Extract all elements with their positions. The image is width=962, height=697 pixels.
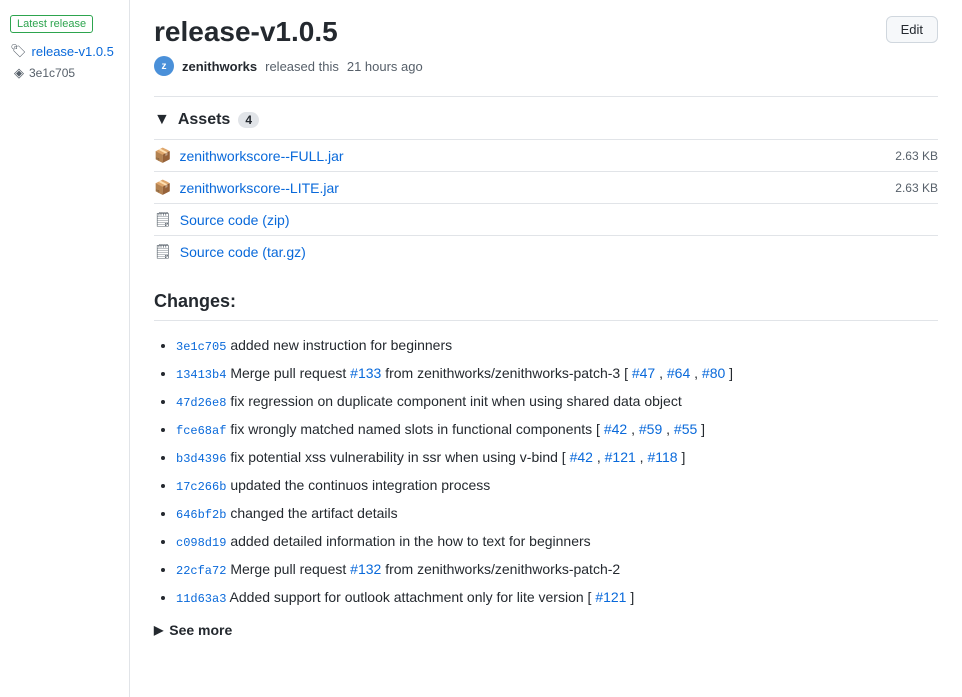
- commit-msg-4a: fix wrongly matched named slots in funct…: [230, 421, 604, 437]
- release-title: release-v1.0.5: [154, 16, 338, 48]
- source-item-zip: 🗒 Source code (zip): [154, 203, 938, 235]
- bracket-1: ]: [729, 365, 733, 381]
- bracket-2: ]: [701, 421, 705, 437]
- comma-4: ,: [666, 421, 674, 437]
- commit-item-9: 22cfa72 Merge pull request #132 from zen…: [176, 559, 938, 580]
- commit-msg-6: updated the continuos integration proces…: [230, 477, 490, 493]
- pr-link-118[interactable]: #118: [647, 449, 677, 465]
- assets-label: Assets: [178, 111, 230, 129]
- commit-item-3: 47d26e8 fix regression on duplicate comp…: [176, 391, 938, 412]
- author-link[interactable]: zenithworks: [182, 59, 257, 74]
- chevron-right-icon: ▶: [154, 623, 163, 637]
- commit-msg-3: fix regression on duplicate component in…: [230, 393, 681, 409]
- release-meta: z zenithworks released this 21 hours ago: [154, 56, 938, 76]
- pr-link-42a[interactable]: #42: [604, 421, 627, 437]
- commit-msg-9b: from zenithworks/zenithworks-patch-2: [385, 561, 620, 577]
- assets-count: 4: [238, 112, 259, 128]
- commit-msg-1: added new instruction for beginners: [230, 337, 452, 353]
- edit-button[interactable]: Edit: [886, 16, 938, 43]
- sidebar-commit-item[interactable]: ◈ 3e1c705: [14, 65, 119, 81]
- commit-msg-2b: from zenithworks/zenithworks-patch-3 [: [385, 365, 632, 381]
- main-content: release-v1.0.5 Edit z zenithworks releas…: [130, 0, 962, 697]
- commit-msg-9a: Merge pull request: [230, 561, 350, 577]
- file-zip-icon: 🗒: [154, 211, 172, 228]
- comma-3: ,: [631, 421, 639, 437]
- pr-link-121a[interactable]: #121: [605, 449, 636, 465]
- comma-2: ,: [694, 365, 702, 381]
- commit-list: 3e1c705 added new instruction for beginn…: [154, 335, 938, 608]
- sidebar-commit-label: 3e1c705: [29, 66, 75, 80]
- collapse-icon: ▼: [154, 111, 170, 129]
- bracket-4: ]: [630, 589, 634, 605]
- asset-item-lite-jar: 📦 zenithworkscore--LITE.jar 2.63 KB: [154, 171, 938, 203]
- sidebar-tag-item[interactable]: 🏷 release-v1.0.5: [10, 43, 119, 59]
- commit-item-8: c098d19 added detailed information in th…: [176, 531, 938, 552]
- commit-hash-8[interactable]: c098d19: [176, 536, 226, 550]
- comma-5: ,: [597, 449, 605, 465]
- source-item-tar: 🗒 Source code (tar.gz): [154, 235, 938, 267]
- commit-msg-10a: Added support for outlook attachment onl…: [230, 589, 596, 605]
- commit-hash-9[interactable]: 22cfa72: [176, 564, 226, 578]
- release-time: 21 hours ago: [347, 59, 423, 74]
- commit-hash-10[interactable]: 11d63a3: [176, 592, 226, 606]
- sidebar: Latest release 🏷 release-v1.0.5 ◈ 3e1c70…: [0, 0, 130, 697]
- commit-msg-8: added detailed information in the how to…: [230, 533, 590, 549]
- pr-link-121b[interactable]: #121: [595, 589, 626, 605]
- source-link-zip[interactable]: Source code (zip): [180, 212, 290, 228]
- asset-size-lite-jar: 2.63 KB: [895, 181, 938, 195]
- asset-link-full-jar[interactable]: zenithworkscore--FULL.jar: [179, 148, 343, 164]
- source-link-tar[interactable]: Source code (tar.gz): [180, 244, 306, 260]
- pr-link-59[interactable]: #59: [639, 421, 662, 437]
- pr-link-64[interactable]: #64: [667, 365, 690, 381]
- pr-link-132[interactable]: #132: [350, 561, 381, 577]
- avatar: z: [154, 56, 174, 76]
- pr-link-42b[interactable]: #42: [570, 449, 593, 465]
- asset-item-full-jar: 📦 zenithworkscore--FULL.jar 2.63 KB: [154, 139, 938, 171]
- changes-section: Changes: 3e1c705 added new instruction f…: [154, 291, 938, 638]
- sidebar-tag-label: release-v1.0.5: [32, 44, 114, 59]
- commit-icon: ◈: [14, 65, 24, 81]
- asset-size-full-jar: 2.63 KB: [895, 149, 938, 163]
- commit-msg-5a: fix potential xss vulnerability in ssr w…: [230, 449, 569, 465]
- commit-hash-2[interactable]: 13413b4: [176, 368, 226, 382]
- pr-link-55[interactable]: #55: [674, 421, 697, 437]
- assets-header[interactable]: ▼ Assets 4: [154, 111, 938, 129]
- asset-link-lite-jar[interactable]: zenithworkscore--LITE.jar: [179, 180, 339, 196]
- assets-section: ▼ Assets 4 📦 zenithworkscore--FULL.jar 2…: [154, 111, 938, 267]
- pr-link-47[interactable]: #47: [632, 365, 655, 381]
- commit-msg-2a: Merge pull request: [230, 365, 350, 381]
- release-action: released this: [265, 59, 339, 74]
- commit-item-2: 13413b4 Merge pull request #133 from zen…: [176, 363, 938, 384]
- pr-link-133[interactable]: #133: [350, 365, 381, 381]
- see-more-label: See more: [169, 622, 232, 638]
- commit-hash-5[interactable]: b3d4396: [176, 452, 226, 466]
- commit-hash-7[interactable]: 646bf2b: [176, 508, 226, 522]
- divider: [154, 96, 938, 97]
- commit-item-6: 17c266b updated the continuos integratio…: [176, 475, 938, 496]
- pr-link-80[interactable]: #80: [702, 365, 725, 381]
- latest-release-badge: Latest release: [10, 15, 93, 33]
- commit-item-7: 646bf2b changed the artifact details: [176, 503, 938, 524]
- commit-item-4: fce68af fix wrongly matched named slots …: [176, 419, 938, 440]
- comma-1: ,: [659, 365, 667, 381]
- commit-msg-7: changed the artifact details: [230, 505, 397, 521]
- commit-item-10: 11d63a3 Added support for outlook attach…: [176, 587, 938, 608]
- commit-hash-6[interactable]: 17c266b: [176, 480, 226, 494]
- bracket-3: ]: [681, 449, 685, 465]
- changes-title: Changes:: [154, 291, 938, 321]
- commit-hash-3[interactable]: 47d26e8: [176, 396, 226, 410]
- commit-item-5: b3d4396 fix potential xss vulnerability …: [176, 447, 938, 468]
- package-icon: 📦: [154, 147, 171, 164]
- see-more[interactable]: ▶ See more: [154, 622, 938, 638]
- tag-icon: 🏷: [10, 43, 27, 59]
- commit-hash-4[interactable]: fce68af: [176, 424, 226, 438]
- release-header: release-v1.0.5 Edit: [154, 16, 938, 48]
- commit-item-1: 3e1c705 added new instruction for beginn…: [176, 335, 938, 356]
- commit-hash-1[interactable]: 3e1c705: [176, 340, 226, 354]
- file-tar-icon: 🗒: [154, 243, 172, 260]
- package-icon-2: 📦: [154, 179, 171, 196]
